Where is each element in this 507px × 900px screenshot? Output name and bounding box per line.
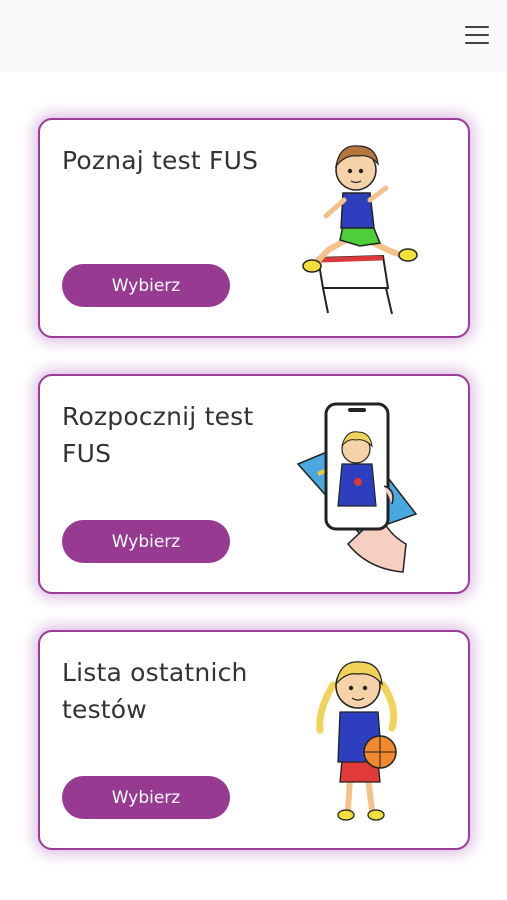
wybierz-button[interactable]: Wybierz — [62, 776, 230, 819]
hand-holding-phone-illustration — [296, 402, 418, 573]
wybierz-button[interactable]: Wybierz — [62, 520, 230, 563]
top-app-bar — [0, 0, 507, 72]
wybierz-button[interactable]: Wybierz — [62, 264, 230, 307]
card-title: Lista ostatnich testów — [62, 658, 248, 724]
girl-with-basketball-illustration — [316, 661, 398, 821]
boy-jumping-hurdle-illustration — [302, 145, 418, 315]
hamburger-menu-icon[interactable] — [465, 24, 489, 46]
card-lista-testow: Lista ostatnich testów Wybierz — [38, 630, 470, 850]
card-poznaj-test: Poznaj test FUS Wybierz — [38, 118, 470, 338]
card-title: Rozpocznij test FUS — [62, 402, 254, 468]
card-title: Poznaj test FUS — [62, 146, 259, 175]
card-rozpocznij-test: Rozpocznij test FUS Wybierz — [38, 374, 470, 594]
